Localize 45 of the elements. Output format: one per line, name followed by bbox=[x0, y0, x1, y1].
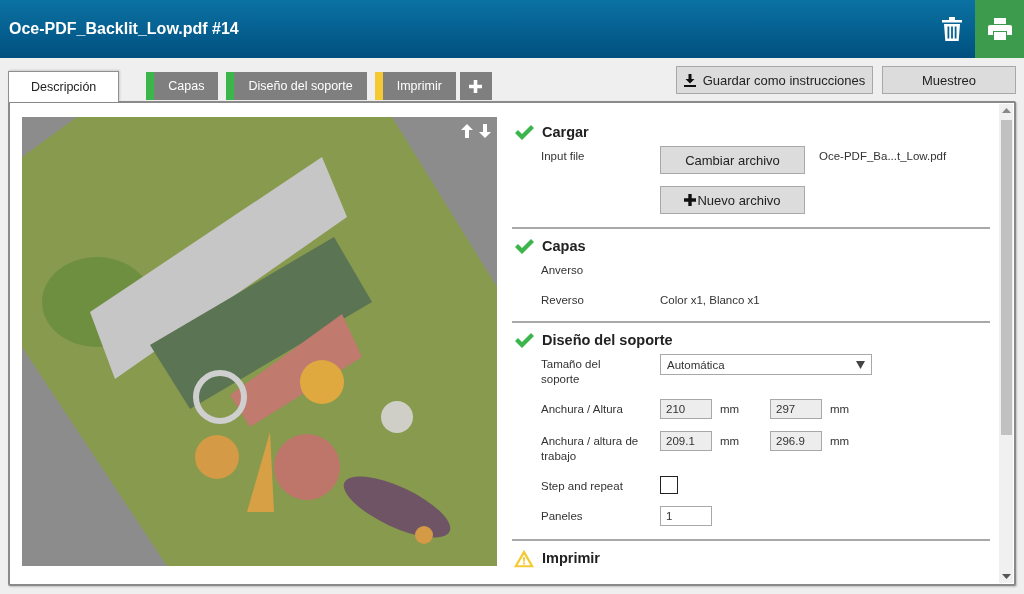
check-icon bbox=[514, 124, 534, 140]
unit-label: mm bbox=[720, 435, 740, 447]
input-field[interactable]: 1 bbox=[660, 506, 712, 526]
change-file-button[interactable]: Cambiar archivo bbox=[660, 146, 805, 174]
unit-label: mm bbox=[830, 403, 850, 415]
field-label: Anverso bbox=[541, 263, 585, 278]
new-file-button[interactable]: Nuevo archivo bbox=[660, 186, 805, 214]
tab[interactable]: Imprimir bbox=[374, 72, 456, 100]
field-label: Input file bbox=[541, 149, 586, 164]
download-icon bbox=[683, 73, 696, 87]
file-name: Oce-PDF_Ba...t_Low.pdf bbox=[819, 149, 947, 164]
field-label: Anchura / altura de trabajo bbox=[541, 434, 640, 464]
add-tab-button[interactable] bbox=[459, 72, 492, 100]
field-label: Paneles bbox=[541, 509, 584, 524]
checkbox[interactable] bbox=[660, 476, 678, 494]
field-label: Anchura / Altura bbox=[541, 402, 624, 417]
field-label: Reverso bbox=[541, 293, 585, 308]
unit-label: mm bbox=[720, 403, 740, 415]
check-icon bbox=[514, 332, 534, 348]
warning-icon bbox=[514, 548, 534, 568]
print-button[interactable] bbox=[975, 0, 1024, 58]
up-arrow-icon[interactable] bbox=[461, 124, 473, 138]
caret-icon bbox=[856, 360, 865, 369]
field-label: Step and repeat bbox=[541, 479, 624, 494]
section-title: Cargar bbox=[542, 124, 589, 140]
dropdown[interactable]: Automática bbox=[660, 354, 872, 375]
scrollbar[interactable] bbox=[999, 104, 1013, 583]
printer-icon bbox=[987, 18, 1012, 40]
tab[interactable]: Diseño del soporte bbox=[226, 72, 367, 100]
trash-icon[interactable] bbox=[942, 17, 962, 41]
unit-label: mm bbox=[830, 435, 850, 447]
plus-icon bbox=[684, 194, 697, 206]
down-arrow-icon[interactable] bbox=[479, 124, 491, 138]
window-title: Oce-PDF_Backlit_Low.pdf #14 bbox=[8, 20, 240, 38]
section-title: Capas bbox=[542, 238, 586, 254]
plus-icon bbox=[469, 79, 483, 93]
tab[interactable]: Descripción bbox=[8, 71, 120, 102]
field-label: Tamaño del soporte bbox=[541, 357, 602, 387]
save-button[interactable]: Guardar como instrucciones bbox=[676, 66, 873, 94]
sample-button[interactable]: Muestreo bbox=[882, 66, 1016, 94]
section-title: Imprimir bbox=[542, 550, 600, 566]
field-value: Color x1, Blanco x1 bbox=[660, 293, 760, 308]
tab[interactable]: Capas bbox=[146, 72, 219, 100]
section-title: Diseño del soporte bbox=[542, 332, 673, 348]
check-icon bbox=[514, 238, 534, 254]
